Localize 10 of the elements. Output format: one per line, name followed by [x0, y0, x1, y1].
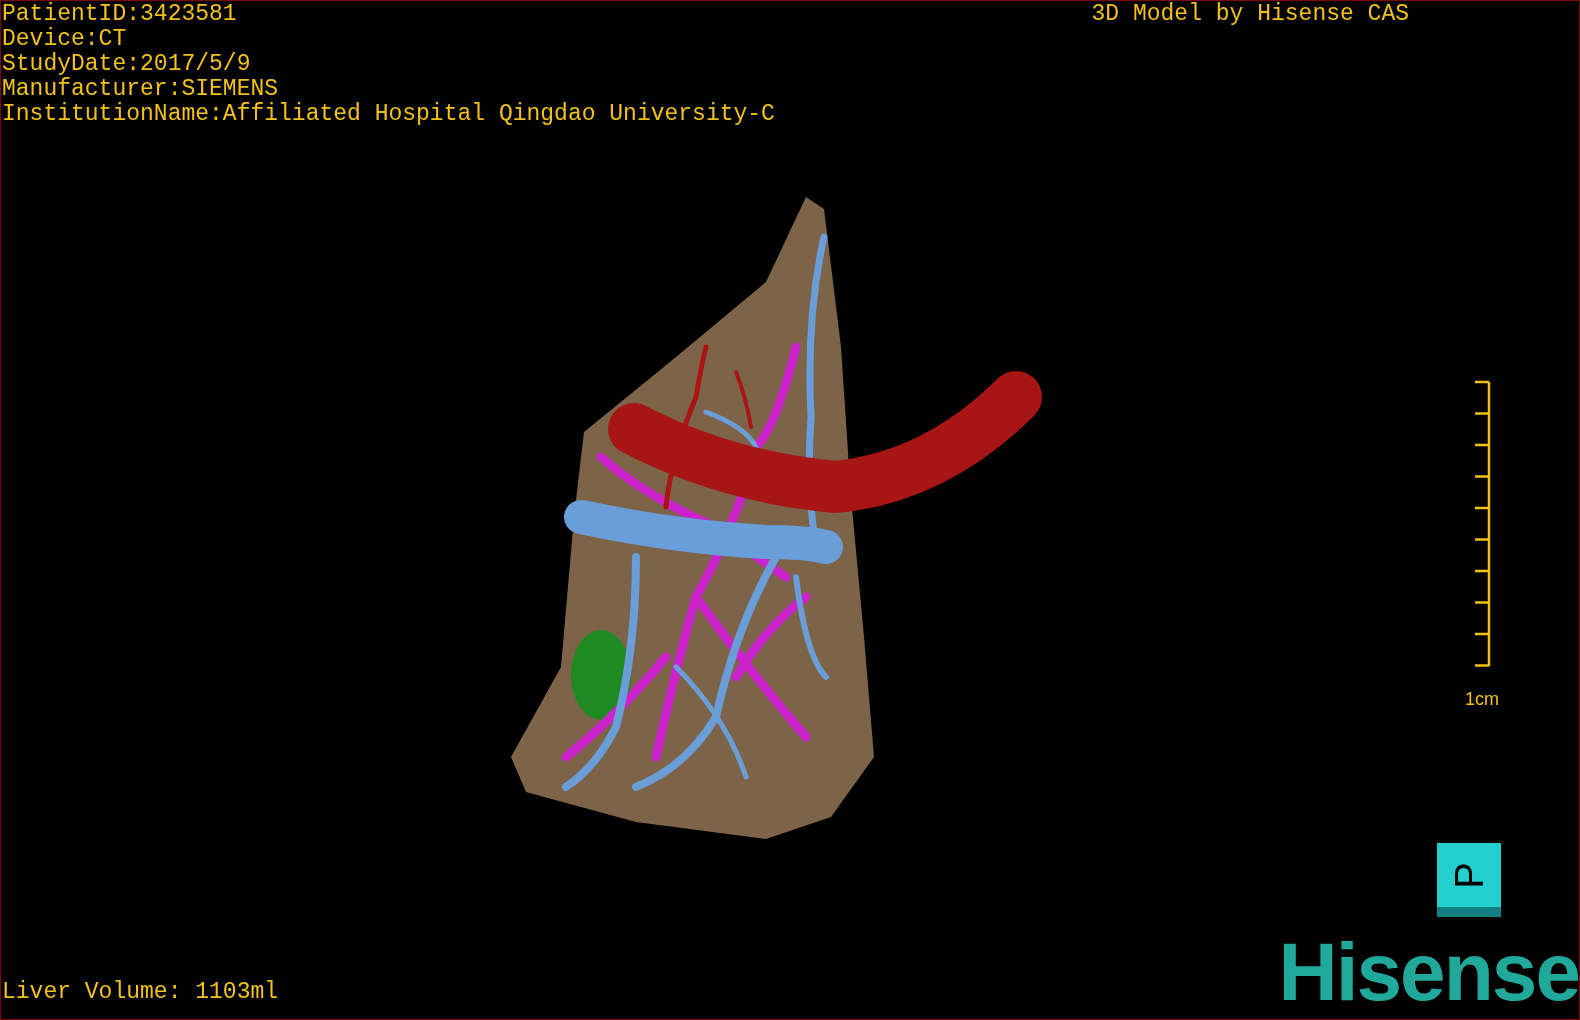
patient-info-text: InstitutionName:Affiliated Hospital Qingdao University-C [2, 102, 775, 127]
patient-info-text: Manufacturer:SIEMENS [2, 77, 280, 102]
patient-info-text: StudyDate:2017/5/9 [2, 52, 252, 77]
brand-logo: Hisense [1278, 937, 1579, 1007]
viewer-title: 3D Model by Hisense CAS [1091, 2, 1409, 29]
patient-info-text: PatientID:3423581 [2, 2, 238, 27]
scale-label: 1cm [1465, 689, 1499, 709]
orientation-cube[interactable]: P [1437, 843, 1501, 917]
patient-info-text: Device:CT [2, 27, 128, 52]
liver-volume-text: Liver Volume: 1103ml [2, 980, 279, 1005]
